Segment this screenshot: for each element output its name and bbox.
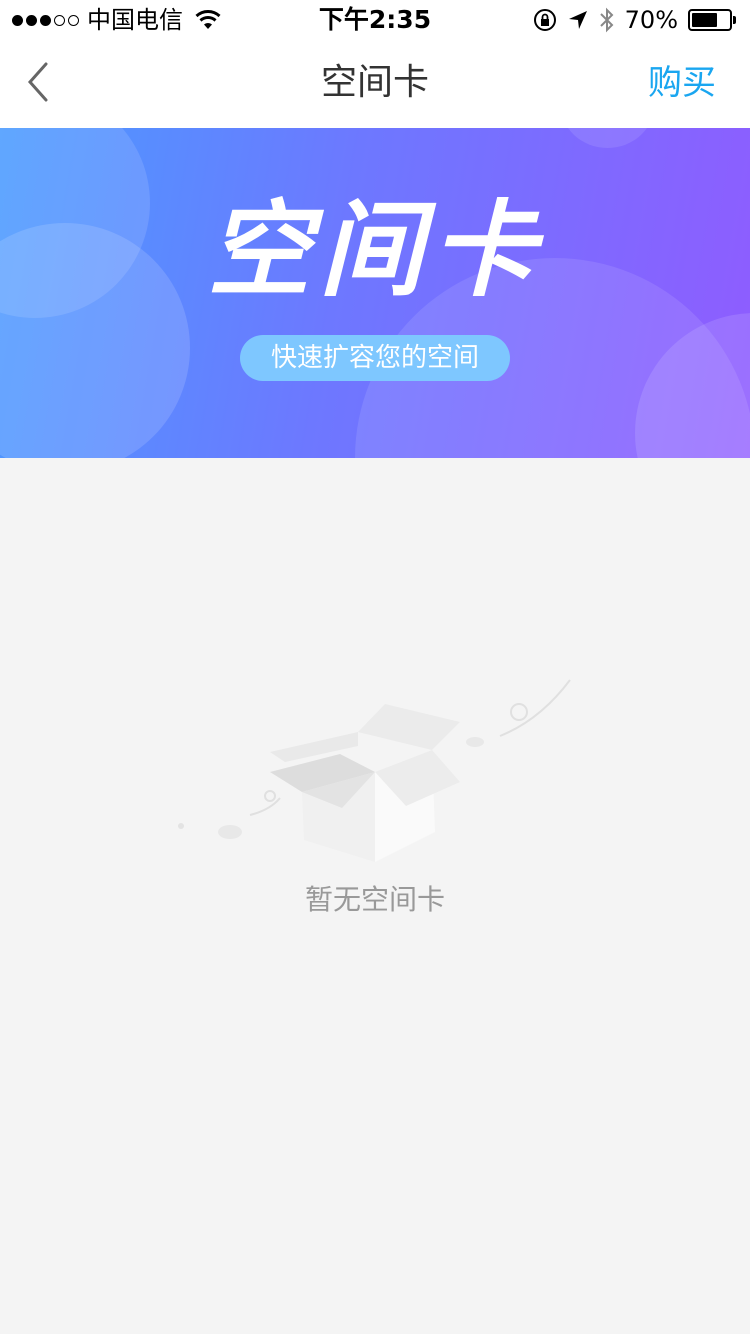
space-card-banner: 空间卡 快速扩容您的空间: [0, 128, 750, 458]
banner-bubble: [560, 128, 655, 148]
nav-bar: 空间卡 购买: [0, 40, 750, 128]
location-arrow-icon: [568, 11, 587, 29]
bluetooth-icon: [599, 7, 614, 33]
empty-box-icon: [178, 679, 571, 862]
battery-icon: [688, 9, 736, 31]
page-title: 空间卡: [320, 62, 429, 103]
rotation-lock-icon: [533, 9, 556, 31]
battery-fill: [692, 13, 717, 27]
status-bar: 中国电信 下午2:35 70%: [0, 0, 750, 40]
status-right: 70%: [533, 6, 736, 34]
banner-subtitle: 快速扩容您的空间: [240, 335, 510, 381]
empty-state-text: 暂无空间卡: [304, 883, 445, 916]
battery-body: [688, 9, 732, 31]
buy-button[interactable]: 购买: [648, 60, 716, 106]
battery-tip: [733, 16, 736, 24]
battery-percent: 70%: [624, 6, 678, 34]
banner-title: 空间卡: [206, 189, 543, 311]
